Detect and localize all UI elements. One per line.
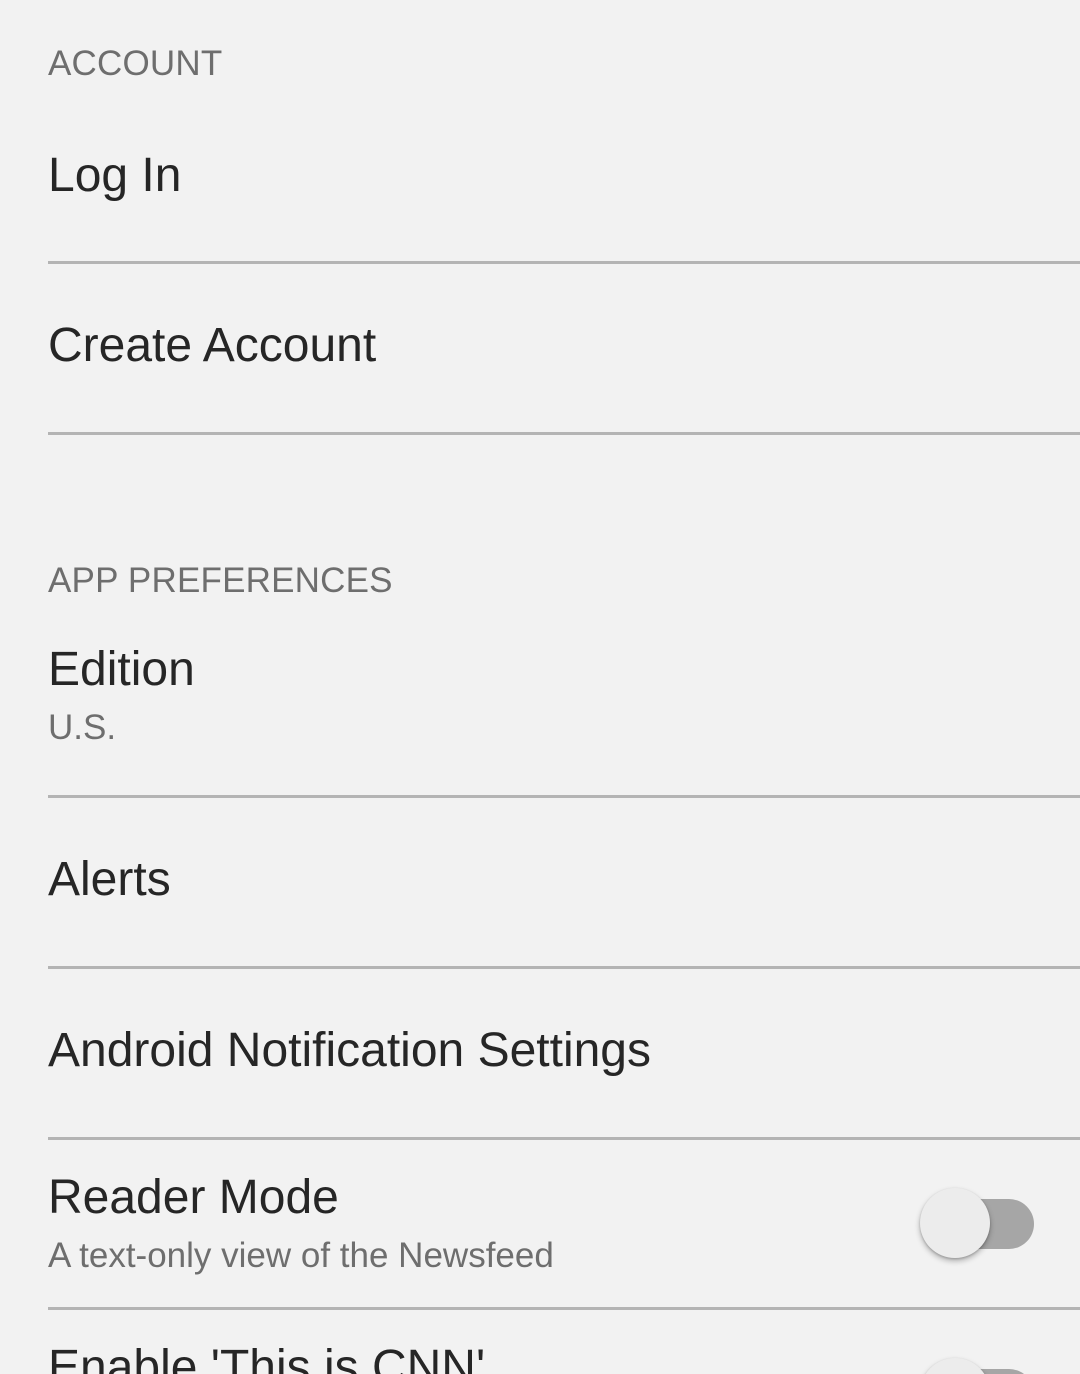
alerts-item[interactable]: Alerts [48, 798, 1080, 966]
reader-mode-description: A text-only view of the Newsfeed [48, 1236, 554, 1275]
settings-screen: ACCOUNT Log In Create Account APP PREFER… [0, 0, 1080, 1374]
account-section-header: ACCOUNT [48, 44, 223, 83]
create-account-item[interactable]: Create Account [48, 264, 1080, 432]
reader-mode-toggle[interactable] [920, 1186, 1036, 1262]
create-account-label: Create Account [48, 319, 377, 372]
edition-item[interactable]: Edition U.S. [48, 620, 1080, 795]
enable-this-is-cnn-label: Enable 'This is CNN' [48, 1341, 486, 1374]
enable-this-is-cnn-toggle[interactable] [920, 1356, 1036, 1374]
log-in-label: Log In [48, 149, 182, 202]
edition-value: U.S. [48, 708, 117, 747]
edition-label: Edition [48, 643, 195, 696]
divider [48, 432, 1080, 435]
alerts-label: Alerts [48, 853, 171, 906]
android-notification-settings-label: Android Notification Settings [48, 1024, 651, 1077]
reader-mode-label: Reader Mode [48, 1171, 339, 1224]
android-notification-settings-item[interactable]: Android Notification Settings [48, 969, 1080, 1137]
toggle-thumb [920, 1358, 990, 1374]
log-in-item[interactable]: Log In [48, 110, 1080, 262]
toggle-thumb [920, 1188, 990, 1258]
app-preferences-section-header: APP PREFERENCES [48, 561, 393, 600]
